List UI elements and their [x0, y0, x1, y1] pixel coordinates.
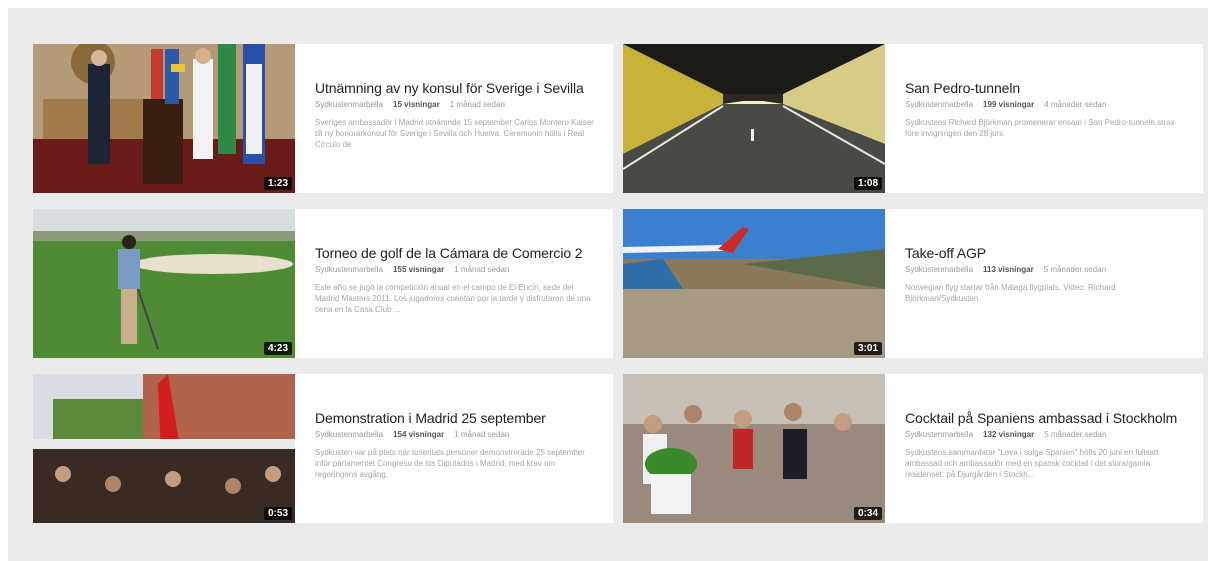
video-description: Sydkusten var på plats när tusentals per…: [315, 448, 585, 479]
video-grid-page: 1:23 Utnämning av ny konsul för Sverige …: [8, 8, 1208, 561]
view-count: 113 visningar: [983, 265, 1034, 274]
video-thumbnail[interactable]: 1:23: [33, 44, 295, 193]
video-thumbnail[interactable]: 4:23: [33, 209, 295, 358]
video-description: Norwegian flyg startar från Málaga flygp…: [905, 283, 1116, 303]
airplane-coast-image: [623, 209, 885, 358]
video-duration: 4:23: [263, 342, 292, 355]
video-description: Sydkustens Richard Björkman promenerar e…: [905, 118, 1175, 138]
channel-name[interactable]: Sydkustenmarbella: [315, 265, 383, 274]
video-grid: 1:23 Utnämning av ny konsul för Sverige …: [33, 44, 1205, 523]
podium-flags-image: [33, 44, 295, 193]
video-info: Utnämning av ny konsul för Sverige i Sev…: [295, 44, 613, 193]
channel-name[interactable]: Sydkustenmarbella: [315, 430, 383, 439]
video-card[interactable]: 1:08 San Pedro-tunneln Sydkustenmarbella…: [623, 44, 1203, 193]
tunnel-image: [623, 44, 885, 193]
upload-age: 1 månad sedan: [454, 430, 510, 439]
video-duration: 0:53: [263, 507, 292, 520]
golf-course-image: [33, 209, 295, 358]
video-meta: Sydkustenmarbella 113 visningar 5 månader …: [905, 265, 1187, 274]
video-duration: 0:34: [853, 507, 882, 520]
video-meta: Sydkustenmarbella 154 visningar 1 månad se…: [315, 430, 597, 439]
video-meta: Sydkustenmarbella 155 visningar 1 månad se…: [315, 265, 597, 274]
upload-age: 1 månad sedan: [449, 100, 505, 109]
video-thumbnail[interactable]: 3:01: [623, 209, 885, 358]
channel-name[interactable]: Sydkustenmarbella: [905, 265, 973, 274]
upload-age: 5 månader sedan: [1043, 265, 1107, 274]
video-title[interactable]: Take-off AGP: [905, 245, 1187, 261]
video-card[interactable]: 3:01 Take-off AGP Sydkustenmarbella 113 v…: [623, 209, 1203, 358]
view-count: 15 visningar: [393, 100, 440, 109]
cocktail-party-image: [623, 374, 885, 523]
video-duration: 1:23: [263, 177, 292, 190]
video-thumbnail[interactable]: 0:34: [623, 374, 885, 523]
video-title[interactable]: San Pedro-tunneln: [905, 80, 1187, 96]
upload-age: 5 månader sedan: [1044, 430, 1107, 439]
video-title[interactable]: Cocktail på Spaniens ambassad i Stockhol…: [905, 410, 1187, 426]
view-count: 154 visningar: [393, 430, 445, 439]
video-card[interactable]: 0:34 Cocktail på Spaniens ambassad i Sto…: [623, 374, 1203, 523]
channel-name[interactable]: Sydkustenmarbella: [905, 100, 973, 109]
video-description: Sydkustens sammanfatar "Leva i solga Spa…: [905, 448, 1159, 479]
upload-age: 1 månad sedan: [454, 265, 510, 274]
video-info: Torneo de golf de la Cámara de Comercio …: [295, 209, 613, 358]
video-description: Sveriges ambassadör i Madrid utnämnde 15…: [315, 118, 594, 149]
video-title[interactable]: Torneo de golf de la Cámara de Comercio …: [315, 245, 597, 261]
channel-name[interactable]: Sydkustenmarbella: [315, 100, 383, 109]
video-meta: Sydkustenmarbella 199 visningar 4 månader …: [905, 100, 1187, 109]
view-count: 199 visningar: [983, 100, 1035, 109]
view-count: 155 visningar: [393, 265, 445, 274]
video-thumbnail[interactable]: 0:53: [33, 374, 295, 523]
video-card[interactable]: 1:23 Utnämning av ny konsul för Sverige …: [33, 44, 613, 193]
video-duration: 1:08: [853, 177, 882, 190]
video-info: Take-off AGP Sydkustenmarbella 113 visnin…: [885, 209, 1203, 358]
video-description: Este año se jugó la competición anual en…: [315, 283, 591, 314]
video-info: Cocktail på Spaniens ambassad i Stockhol…: [885, 374, 1203, 523]
video-title[interactable]: Utnämning av ny konsul för Sverige i Sev…: [315, 80, 597, 96]
video-info: Demonstration i Madrid 25 september Sydk…: [295, 374, 613, 523]
video-title[interactable]: Demonstration i Madrid 25 september: [315, 410, 597, 426]
video-card[interactable]: 0:53 Demonstration i Madrid 25 september…: [33, 374, 613, 523]
video-duration: 3:01: [853, 342, 882, 355]
protest-crowd-image: [33, 374, 295, 523]
video-meta: Sydkustenmarbella 15 visningar 1 månad sed…: [315, 100, 597, 109]
upload-age: 4 månader sedan: [1044, 100, 1107, 109]
video-thumbnail[interactable]: 1:08: [623, 44, 885, 193]
channel-name[interactable]: Sydkustenmarbella: [905, 430, 973, 439]
video-meta: Sydkustenmarbella 132 visningar 5 månader …: [905, 430, 1187, 439]
video-info: San Pedro-tunneln Sydkustenmarbella 199 v…: [885, 44, 1203, 193]
video-card[interactable]: 4:23 Torneo de golf de la Cámara de Come…: [33, 209, 613, 358]
view-count: 132 visningar: [983, 430, 1035, 439]
